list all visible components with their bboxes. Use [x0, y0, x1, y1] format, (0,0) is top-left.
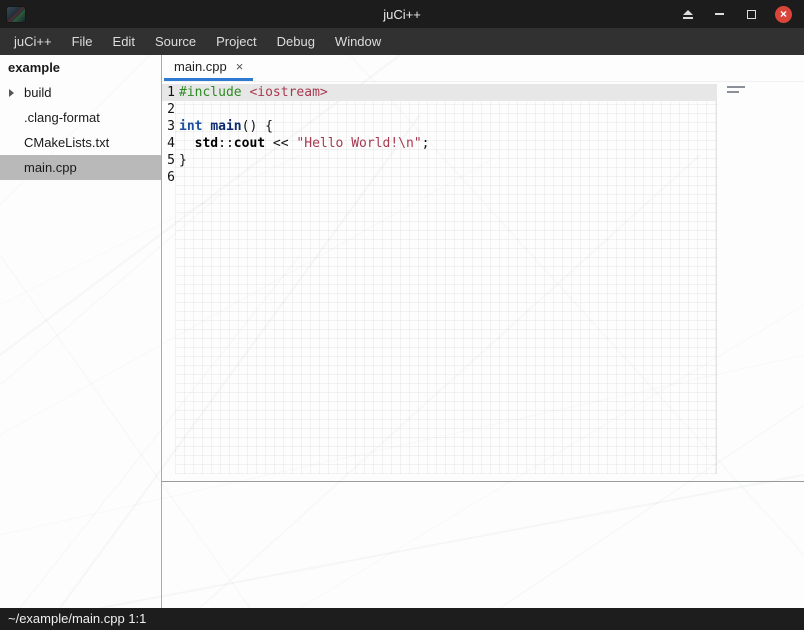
tree-item-label: build: [0, 85, 51, 100]
menu-item-window[interactable]: Window: [325, 28, 391, 55]
tree-item-main-cpp[interactable]: main.cpp: [0, 155, 161, 180]
status-bar: ~/example/main.cpp 1:1: [0, 608, 804, 630]
code-text: }: [179, 152, 187, 169]
code-text: std::cout << "Hello World!\n";: [179, 135, 429, 152]
tree-item-clang-format[interactable]: .clang-format: [0, 105, 161, 130]
tree-root-folder[interactable]: example: [0, 55, 161, 80]
restore-icon[interactable]: [743, 6, 760, 23]
line-number: 5: [162, 152, 175, 169]
code-text: #include <iostream>: [179, 84, 328, 101]
code-line[interactable]: 5}: [162, 152, 717, 169]
line-number: 4: [162, 135, 175, 152]
eject-icon[interactable]: [679, 6, 696, 23]
window-controls: ×: [679, 6, 804, 23]
expander-icon[interactable]: [9, 89, 14, 97]
menu-bar: juCi++ File Edit Source Project Debug Wi…: [0, 28, 804, 55]
tab-label: main.cpp: [174, 59, 227, 74]
scrollbar-overview-marks: [727, 86, 747, 96]
code-line[interactable]: 2: [162, 101, 717, 118]
file-tree: example build .clang-format CMakeLists.t…: [0, 55, 162, 608]
tree-item-label: CMakeLists.txt: [0, 135, 109, 150]
content-area: example build .clang-format CMakeLists.t…: [0, 55, 804, 608]
title-bar[interactable]: juCi++ ×: [0, 0, 804, 28]
tab-main-cpp[interactable]: main.cpp ×: [164, 54, 253, 81]
status-text: ~/example/main.cpp 1:1: [8, 611, 146, 626]
code-line[interactable]: 1#include <iostream>: [162, 84, 717, 101]
line-number: 2: [162, 101, 175, 118]
line-number: 1: [162, 84, 175, 101]
code-text: int main() {: [179, 118, 273, 135]
menu-item-juci[interactable]: juCi++: [4, 28, 62, 55]
tree-item-build[interactable]: build: [0, 80, 161, 105]
editor-column: main.cpp × 1#include <iostream>23int mai…: [162, 55, 804, 608]
tree-item-label: main.cpp: [0, 160, 77, 175]
tab-bar: main.cpp ×: [162, 55, 804, 82]
code-line[interactable]: 4 std::cout << "Hello World!\n";: [162, 135, 717, 152]
minimize-icon[interactable]: [711, 6, 728, 23]
menu-item-file[interactable]: File: [62, 28, 103, 55]
menu-item-edit[interactable]: Edit: [103, 28, 145, 55]
bottom-panel[interactable]: [162, 482, 804, 608]
tree-item-cmakelists[interactable]: CMakeLists.txt: [0, 130, 161, 155]
tree-item-label: .clang-format: [0, 110, 100, 125]
tab-close-icon[interactable]: ×: [236, 60, 244, 73]
menu-item-debug[interactable]: Debug: [267, 28, 325, 55]
code-editor[interactable]: 1#include <iostream>23int main() {4 std:…: [162, 82, 804, 481]
line-number: 3: [162, 118, 175, 135]
code-line[interactable]: 6: [162, 169, 717, 186]
code-lines: 1#include <iostream>23int main() {4 std:…: [162, 84, 717, 186]
close-icon[interactable]: ×: [775, 6, 792, 23]
line-number: 6: [162, 169, 175, 186]
menu-item-source[interactable]: Source: [145, 28, 206, 55]
code-line[interactable]: 3int main() {: [162, 118, 717, 135]
menu-item-project[interactable]: Project: [206, 28, 266, 55]
